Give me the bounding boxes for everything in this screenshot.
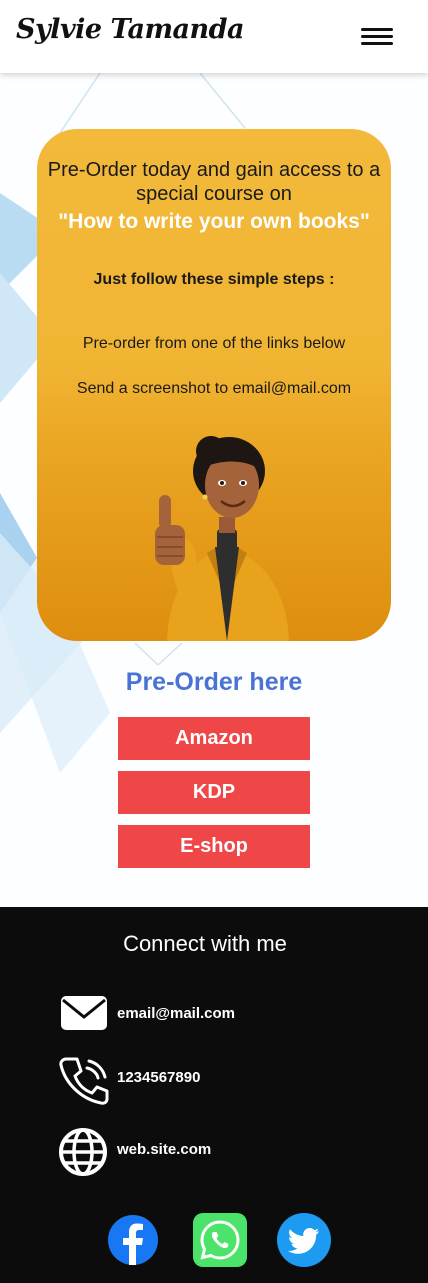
- footer: Connect with me email@mail.com 123456789…: [0, 907, 428, 1283]
- email-text: email@mail.com: [117, 1005, 236, 1022]
- eshop-button[interactable]: E-shop: [118, 825, 310, 868]
- course-title: "How to write your own books": [58, 210, 370, 233]
- kdp-button[interactable]: KDP: [118, 771, 310, 814]
- facebook-icon[interactable]: [105, 1212, 161, 1268]
- twitter-icon[interactable]: [276, 1212, 332, 1268]
- contact-website[interactable]: web.site.com: [57, 1127, 357, 1177]
- steps-title: Just follow these simple steps :: [93, 271, 335, 288]
- website-text: web.site.com: [117, 1141, 212, 1158]
- whatsapp-icon[interactable]: [192, 1212, 248, 1268]
- brand-logo[interactable]: Sylvie Tamanda: [16, 14, 245, 45]
- contact-email[interactable]: email@mail.com: [57, 991, 357, 1041]
- phone-text: 1234567890: [117, 1069, 201, 1086]
- globe-icon: [59, 1128, 107, 1176]
- promo-headline: Pre-Order today and gain access to a spe…: [47, 159, 381, 205]
- connect-title: Connect with me: [123, 931, 287, 956]
- preorder-title: Pre-Order here: [125, 668, 303, 696]
- header: Sylvie Tamanda: [0, 0, 428, 73]
- step-item: Send a screenshot to email@mail.com: [76, 380, 352, 397]
- hamburger-menu-icon[interactable]: [361, 28, 393, 48]
- woman-thumbs-up-illustration: [155, 436, 289, 641]
- step-item: Pre-order from one of the links below: [82, 335, 346, 352]
- amazon-button[interactable]: Amazon: [118, 717, 310, 760]
- envelope-icon: [61, 996, 107, 1030]
- phone-icon: [59, 1057, 109, 1105]
- promo-card: Pre-Order today and gain access to a spe…: [37, 129, 391, 641]
- contact-phone[interactable]: 1234567890: [57, 1055, 357, 1105]
